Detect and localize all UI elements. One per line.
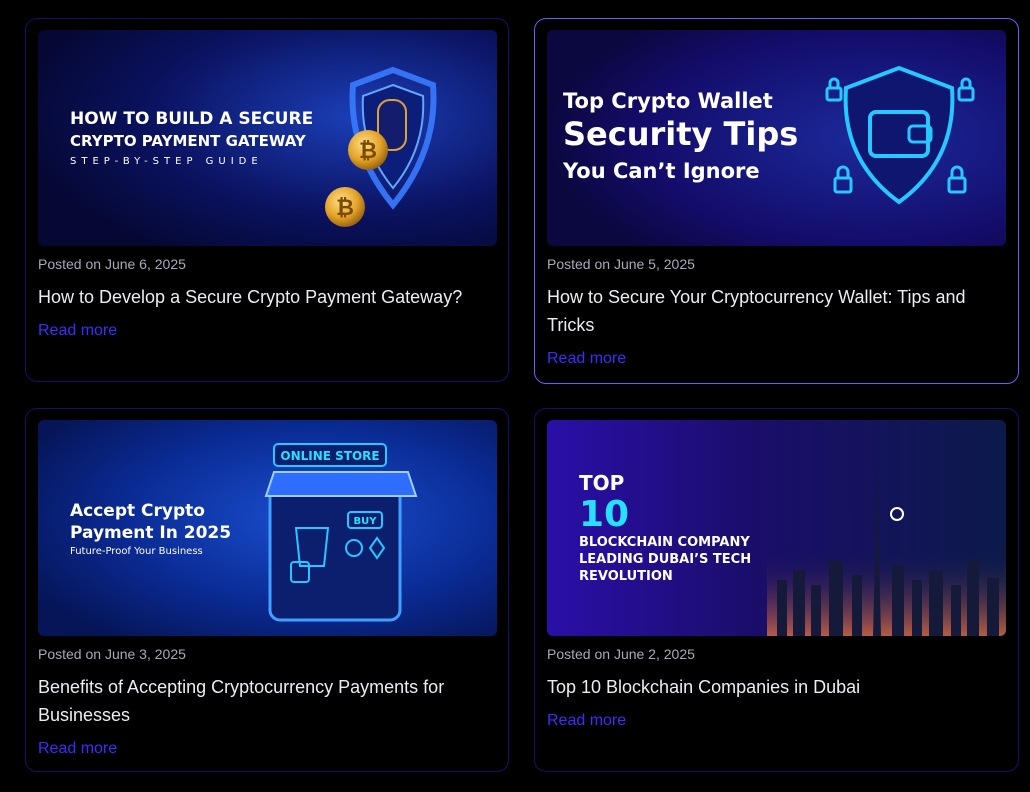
image-subheadline: Payment In 2025 — [70, 523, 231, 543]
read-more-link[interactable]: Read more — [38, 322, 117, 340]
post-date: Posted on June 6, 2025 — [38, 256, 186, 272]
blog-card-1: ₿ ₿ HOW TO BUILD A SECURE CRYPTO PAYMENT… — [25, 18, 509, 382]
image-headline: TOP — [579, 471, 624, 495]
post-thumbnail-4[interactable]: TOP 10 BLOCKCHAIN COMPANY LEADING DUBAI’… — [547, 420, 1006, 636]
blog-card-2: Top Crypto Wallet Security Tips You Can’… — [534, 18, 1019, 384]
post-thumbnail-2[interactable]: Top Crypto Wallet Security Tips You Can’… — [547, 30, 1006, 246]
wallet-security-illustration: Top Crypto Wallet Security Tips You Can’… — [547, 30, 1006, 246]
image-tagline: Future-Proof Your Business — [70, 546, 203, 557]
online-store-illustration: ONLINE STORE BUY Accept Crypto Payment I… — [38, 420, 497, 636]
buy-label: BUY — [354, 516, 378, 527]
storefront-icon — [268, 478, 402, 622]
post-thumbnail-1[interactable]: ₿ ₿ HOW TO BUILD A SECURE CRYPTO PAYMENT… — [38, 30, 497, 246]
image-tagline: You Can’t Ignore — [562, 159, 760, 183]
image-subheadline-3: REVOLUTION — [579, 569, 673, 584]
image-subheadline-2: LEADING DUBAI’S TECH — [579, 552, 751, 567]
store-sign-text: ONLINE STORE — [280, 449, 379, 463]
image-headline: Accept Crypto — [70, 501, 205, 521]
post-date: Posted on June 5, 2025 — [547, 256, 695, 272]
post-thumbnail-3[interactable]: ONLINE STORE BUY Accept Crypto Payment I… — [38, 420, 497, 636]
read-more-link[interactable]: Read more — [547, 350, 626, 368]
image-subheadline: BLOCKCHAIN COMPANY — [579, 535, 750, 550]
image-headline: Top Crypto Wallet — [563, 89, 773, 113]
blog-card-4: TOP 10 BLOCKCHAIN COMPANY LEADING DUBAI’… — [534, 408, 1019, 772]
read-more-link[interactable]: Read more — [547, 712, 626, 730]
post-date: Posted on June 2, 2025 — [547, 646, 695, 662]
image-number: 10 — [579, 494, 629, 535]
dubai-skyline-illustration: TOP 10 BLOCKCHAIN COMPANY LEADING DUBAI’… — [547, 420, 1006, 636]
post-date: Posted on June 3, 2025 — [38, 646, 186, 662]
image-headline: HOW TO BUILD A SECURE — [70, 109, 313, 129]
post-title[interactable]: How to Secure Your Cryptocurrency Wallet… — [547, 283, 987, 339]
blog-card-3: ONLINE STORE BUY Accept Crypto Payment I… — [25, 408, 509, 772]
post-title[interactable]: Top 10 Blockchain Companies in Dubai — [547, 673, 987, 701]
svg-text:₿: ₿ — [359, 139, 377, 164]
svg-text:₿: ₿ — [336, 196, 354, 221]
image-subheadline: Security Tips — [563, 115, 798, 153]
image-subheadline: CRYPTO PAYMENT GATEWAY — [70, 132, 307, 150]
post-title[interactable]: How to Develop a Secure Crypto Payment G… — [38, 283, 478, 311]
post-title[interactable]: Benefits of Accepting Cryptocurrency Pay… — [38, 673, 478, 729]
image-tagline: STEP-BY-STEP GUIDE — [70, 156, 263, 167]
read-more-link[interactable]: Read more — [38, 740, 117, 758]
crypto-gateway-illustration: ₿ ₿ HOW TO BUILD A SECURE CRYPTO PAYMENT… — [38, 30, 497, 246]
